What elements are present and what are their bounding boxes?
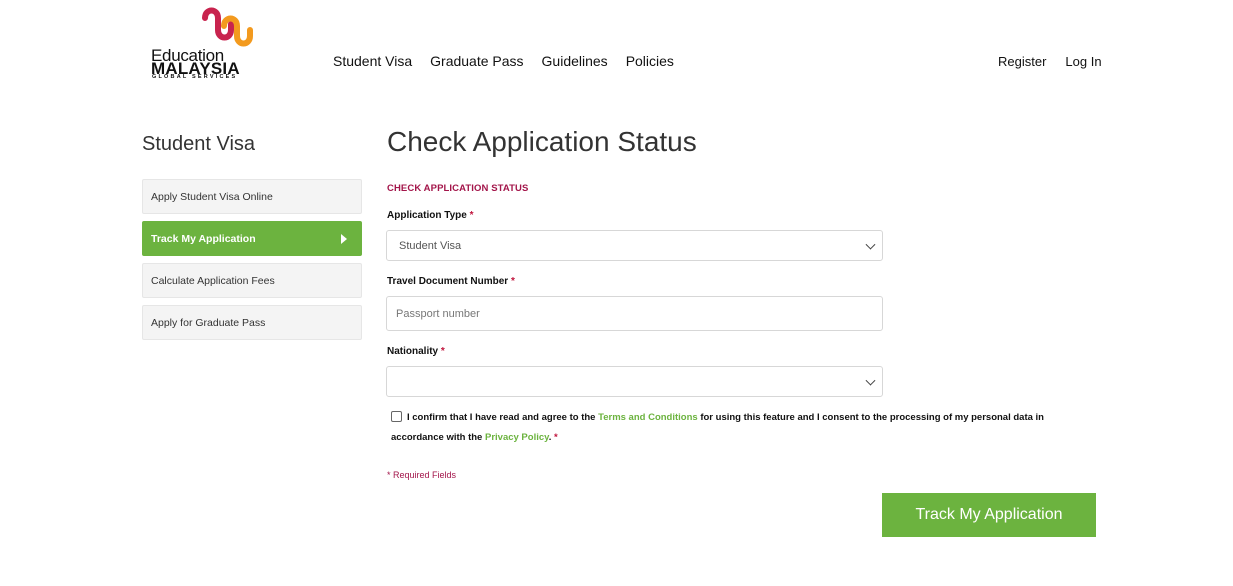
- travel-document-field: [386, 296, 883, 331]
- sidebar-item-track-application[interactable]: Track My Application: [142, 221, 362, 256]
- login-link[interactable]: Log In: [1065, 54, 1101, 69]
- travel-document-input[interactable]: [396, 307, 882, 320]
- privacy-policy-link[interactable]: Privacy Policy: [485, 432, 549, 443]
- nationality-select[interactable]: [386, 366, 883, 397]
- sidebar-item-graduate-pass[interactable]: Apply for Graduate Pass: [142, 305, 362, 340]
- consent-statement: I confirm that I have read and agree to …: [391, 411, 1044, 443]
- travel-document-label: Travel Document Number *: [387, 276, 515, 287]
- chevron-down-icon: [865, 375, 876, 386]
- nav-policies[interactable]: Policies: [626, 53, 674, 69]
- sidebar-title: Student Visa: [142, 133, 256, 155]
- account-nav: Register Log In: [998, 54, 1121, 69]
- register-link[interactable]: Register: [998, 54, 1046, 69]
- consent-checkbox[interactable]: [391, 411, 402, 422]
- required-marker: *: [440, 346, 445, 357]
- brand-logo[interactable]: Education MALAYSIA GLOBAL SERVICES: [148, 6, 258, 82]
- play-arrow-icon: [341, 234, 347, 244]
- application-type-value: Student Visa: [399, 239, 462, 252]
- required-marker: *: [510, 276, 515, 287]
- required-marker: *: [469, 210, 474, 221]
- required-fields-note: * Required Fields: [387, 470, 457, 480]
- track-application-button[interactable]: Track My Application: [882, 493, 1096, 537]
- brand-line-3: GLOBAL SERVICES: [152, 74, 238, 80]
- nav-graduate-pass[interactable]: Graduate Pass: [430, 53, 523, 69]
- nav-student-visa[interactable]: Student Visa: [333, 53, 412, 69]
- terms-link[interactable]: Terms and Conditions: [598, 412, 698, 423]
- nationality-label: Nationality *: [387, 346, 445, 357]
- required-marker: *: [554, 432, 558, 443]
- sidebar-item-calculate-fees[interactable]: Calculate Application Fees: [142, 263, 362, 298]
- sidebar-item-label: Apply Student Visa Online: [151, 190, 273, 203]
- main-nav: Student Visa Graduate Pass Guidelines Po…: [333, 53, 692, 69]
- chevron-down-icon: [865, 239, 876, 250]
- nav-guidelines[interactable]: Guidelines: [542, 53, 608, 69]
- section-label: CHECK APPLICATION STATUS: [387, 183, 529, 194]
- sidebar-item-label: Track My Application: [151, 232, 256, 245]
- page-title: Check Application Status: [387, 126, 697, 157]
- sidebar-item-apply-student-visa[interactable]: Apply Student Visa Online: [142, 179, 362, 214]
- sidebar-item-label: Calculate Application Fees: [151, 274, 275, 287]
- application-type-label: Application Type *: [387, 210, 474, 221]
- application-type-select[interactable]: Student Visa: [386, 230, 883, 261]
- sidebar-item-label: Apply for Graduate Pass: [151, 316, 266, 329]
